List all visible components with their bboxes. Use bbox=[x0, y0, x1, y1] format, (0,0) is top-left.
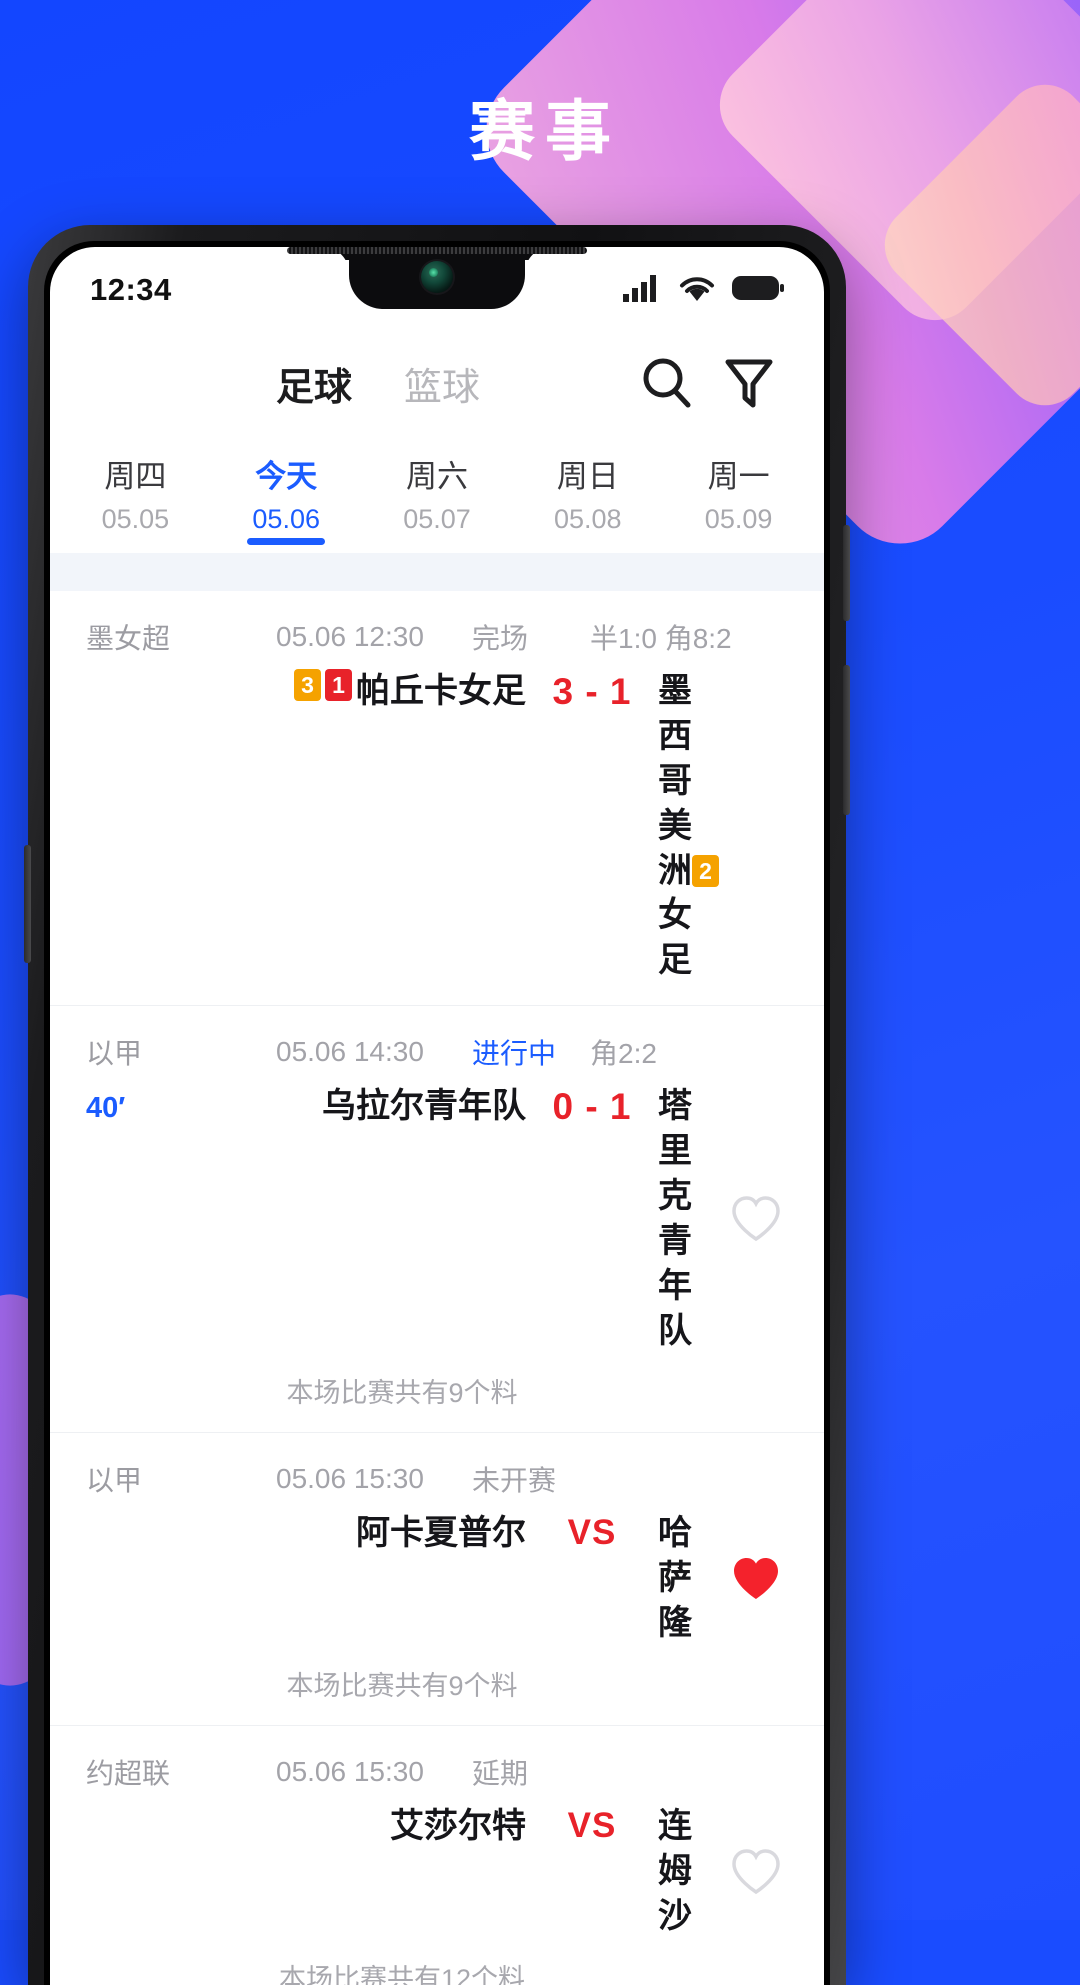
match-score: 3 - 1 bbox=[552, 671, 632, 712]
team-badge: 1 bbox=[325, 669, 352, 701]
home-team: 3 1 帕丘卡女足 bbox=[276, 669, 526, 714]
match-row[interactable]: 以甲 05.06 15:30 未开赛阿卡夏普尔 VS 哈萨隆 本场比赛共有9个料 bbox=[50, 1433, 824, 1726]
match-extra-stats: 角2:2 bbox=[590, 1038, 657, 1070]
match-extra-stats: 半1:0 角8:2 bbox=[590, 623, 732, 654]
heart-outline-icon[interactable] bbox=[730, 1846, 782, 1898]
tab-football[interactable]: 足球 bbox=[250, 356, 378, 411]
date-tab-indicator bbox=[247, 538, 326, 545]
date-tab-day: 周六 bbox=[405, 459, 468, 494]
home-team-name: 乌拉尔青年队 bbox=[322, 1087, 526, 1126]
home-team: 艾莎尔特 bbox=[276, 1804, 526, 1849]
league-name: 墨女超 bbox=[86, 623, 171, 654]
match-meta: 墨女超 05.06 12:30 完场 半1:0 角8:2 bbox=[50, 617, 824, 657]
match-time: 05.06 14:30 bbox=[276, 1036, 424, 1068]
heart-outline-icon[interactable] bbox=[730, 1193, 782, 1245]
away-team-name: 连姆沙 bbox=[658, 1807, 692, 1935]
league-name: 约超联 bbox=[86, 1758, 171, 1789]
date-tab-05-05[interactable]: 周四 05.05 bbox=[60, 433, 211, 553]
date-tab-day: 今天 bbox=[255, 459, 318, 494]
away-team-name: 哈萨隆 bbox=[658, 1514, 692, 1643]
home-team: 阿卡夏普尔 bbox=[276, 1511, 526, 1556]
match-score: VS bbox=[567, 1806, 617, 1845]
header-bar: 足球 篮球 bbox=[50, 333, 824, 433]
match-status: 完场 bbox=[472, 623, 529, 654]
home-team-name: 艾莎尔特 bbox=[390, 1807, 526, 1845]
date-strip: 周四 05.05 今天 05.06 周六 05.07 周日 05.08 周一 05.09 bbox=[50, 433, 824, 553]
league-name: 以甲 bbox=[86, 1465, 143, 1497]
match-time: 05.06 12:30 bbox=[276, 621, 424, 652]
away-team-name: 墨西哥美洲 bbox=[658, 672, 692, 890]
away-team-name-suffix: 女足 bbox=[658, 896, 692, 980]
match-score: VS bbox=[567, 1513, 617, 1553]
section-divider bbox=[50, 553, 824, 591]
home-team-name: 阿卡夏普尔 bbox=[356, 1514, 526, 1553]
match-status: 未开赛 bbox=[472, 1465, 557, 1497]
match-teams: 40′ 乌拉尔青年队 0 - 1 塔里克青年队 bbox=[50, 1072, 824, 1353]
status-time: 12:34 bbox=[90, 272, 172, 307]
match-time: 05.06 15:30 bbox=[276, 1463, 424, 1495]
date-tab-date: 05.05 bbox=[101, 504, 170, 534]
match-row[interactable]: 以甲 05.06 14:30 进行中 角2:2 40′ 乌拉尔青年队 0 - 1 塔里克青年队… bbox=[50, 1006, 824, 1434]
match-row[interactable]: 墨女超 05.06 12:30 完场 半1:0 角8:2 3 1 帕丘卡女足 3 - 1 墨西哥… bbox=[50, 591, 824, 1007]
volume-up-button[interactable] bbox=[843, 665, 850, 815]
status-bar: 12:34 bbox=[50, 247, 824, 333]
match-time: 05.06 15:30 bbox=[276, 1756, 424, 1787]
power-button[interactable] bbox=[843, 525, 850, 621]
match-teams: 艾莎尔特 VS 连姆沙 bbox=[50, 1792, 824, 1939]
phone-screen: 12:34 足球 篮球 周四 05.05 今天 05.06 周六 05.07 周… bbox=[50, 247, 824, 1985]
match-meta: 以甲 05.06 15:30 未开赛 bbox=[50, 1459, 824, 1499]
heart-filled-icon[interactable] bbox=[730, 1553, 782, 1605]
date-tab-date: 05.07 bbox=[403, 504, 471, 534]
match-tip-count[interactable]: 本场比赛共有9个料 bbox=[50, 1353, 824, 1410]
match-minute bbox=[86, 1511, 276, 1519]
match-minute: 40′ bbox=[86, 1092, 126, 1125]
battery-icon bbox=[732, 274, 784, 307]
date-tab-day: 周四 bbox=[104, 459, 167, 494]
away-team-name: 塔里克青年队 bbox=[658, 1087, 692, 1350]
match-status: 进行中 bbox=[472, 1038, 557, 1070]
status-icons bbox=[622, 273, 784, 308]
signal-icon bbox=[622, 273, 662, 308]
date-tab-05-08[interactable]: 周日 05.08 bbox=[512, 433, 663, 553]
date-tab-day: 周日 bbox=[556, 459, 619, 494]
volume-down-button[interactable] bbox=[24, 845, 31, 963]
wifi-icon bbox=[678, 273, 716, 308]
match-minute bbox=[86, 669, 276, 677]
league-name: 以甲 bbox=[86, 1038, 143, 1070]
date-tab-date: 05.08 bbox=[554, 504, 622, 534]
date-tab-date: 05.09 bbox=[704, 504, 773, 534]
match-score: 0 - 1 bbox=[552, 1086, 632, 1128]
filter-icon[interactable] bbox=[708, 352, 790, 414]
search-icon[interactable] bbox=[626, 352, 708, 414]
phone-device: 12:34 足球 篮球 周四 05.05 今天 05.06 周六 05.07 周… bbox=[24, 225, 850, 1985]
match-teams: 3 1 帕丘卡女足 3 - 1 墨西哥美洲 2女足 bbox=[50, 657, 824, 983]
match-status: 延期 bbox=[472, 1758, 529, 1789]
match-list: 墨女超 05.06 12:30 完场 半1:0 角8:2 3 1 帕丘卡女足 3 - 1 墨西哥… bbox=[50, 591, 824, 1985]
match-tip-count[interactable]: 本场比赛共有9个料 bbox=[50, 1646, 824, 1703]
date-tab-day: 周一 bbox=[707, 459, 770, 494]
match-meta: 以甲 05.06 14:30 进行中 角2:2 bbox=[50, 1032, 824, 1072]
date-tab-05-07[interactable]: 周六 05.07 bbox=[362, 433, 513, 553]
home-team-name: 帕丘卡女足 bbox=[356, 672, 526, 710]
promo-title: 赛事 bbox=[469, 94, 621, 168]
tab-basketball[interactable]: 篮球 bbox=[378, 356, 506, 411]
date-tab-05-09[interactable]: 周一 05.09 bbox=[663, 433, 814, 553]
date-tab-05-06[interactable]: 今天 05.06 bbox=[211, 433, 362, 553]
team-badge: 3 bbox=[294, 669, 321, 701]
home-team: 乌拉尔青年队 bbox=[276, 1084, 526, 1129]
match-meta: 约超联 05.06 15:30 延期 bbox=[50, 1752, 824, 1792]
team-badge: 2 bbox=[692, 854, 719, 887]
match-minute bbox=[86, 1804, 276, 1812]
away-team: 墨西哥美洲 2女足 bbox=[658, 669, 790, 983]
match-teams: 阿卡夏普尔 VS 哈萨隆 bbox=[50, 1499, 824, 1646]
phone-bezel: 12:34 足球 篮球 周四 05.05 今天 05.06 周六 05.07 周… bbox=[44, 241, 830, 1985]
match-row[interactable]: 约超联 05.06 15:30 延期艾莎尔特 VS 连姆沙本场比赛共有12个料 bbox=[50, 1726, 824, 1985]
match-tip-count[interactable]: 本场比赛共有12个料 bbox=[50, 1939, 824, 1985]
date-tab-date: 05.06 bbox=[252, 504, 320, 534]
